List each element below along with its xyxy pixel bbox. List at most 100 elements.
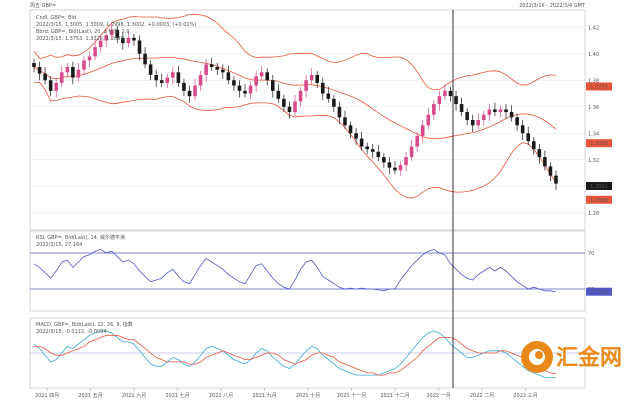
candle-body [448,90,453,97]
time-axis-label: 2021 十一月 [337,392,366,399]
price-tick-label: 1.28 [588,211,599,217]
rsi-last-label: 27.164 [590,290,608,296]
candle-body [348,125,353,134]
candle-body [370,149,375,152]
candle-body [198,74,203,86]
candle-body [71,67,75,78]
candle-body [304,80,308,91]
candle-body [243,90,247,94]
time-axis-label: 2021 四月 [35,393,59,399]
rsi-legend: RSI, GBP=, Bid(Last), 14, 威尔德平滑2022/3/15… [36,234,125,248]
price-tick-label: 1.42 [588,25,599,31]
candle-body [376,151,381,158]
candle-body [248,85,253,94]
candle-body [359,138,364,147]
candle-body [259,72,264,77]
candle-body [32,63,36,67]
time-axis-label: 2021 五月 [78,393,102,399]
macd-series-macd [33,330,557,379]
price-panel-frame [29,9,586,231]
time-axis-label: 2021 六月 [122,392,146,399]
candle-body [37,67,42,74]
candle-body [276,90,281,99]
candle-body [387,162,392,168]
rsi-level-label: 70 [588,251,594,257]
price-tick-label: 1.36 [588,105,599,111]
candle-body [487,109,492,115]
candle-body [132,37,136,41]
rsi-legend-line: RSI, GBP=, Bid(Last), 14, 威尔德平滑 [36,234,125,241]
window-date-range: 2022/3/16 - 2022/3/4 GMT [519,3,586,9]
candle-body [420,125,425,136]
candle-body [93,47,97,57]
rsi-panel: 7030 27.164 RSI, GBP=, Bid(Last), 14, 威尔… [29,230,612,312]
candle-body [137,40,142,54]
time-axis-label: 2022 二月 [470,393,494,399]
forex-chart: 周五 GBP= 2022/3/16 - 2022/3/4 GMT 1.42 1.4… [29,3,622,399]
price-tick-label: 1.34 [588,131,599,137]
candle-body [65,67,70,73]
rsi-panel-frame [29,230,586,312]
candle-body [59,72,64,83]
time-axis-label: 2021 七月 [165,392,189,399]
candle-body [309,74,314,81]
candle-body [393,167,397,171]
candle-body [337,106,342,118]
price-tick-label: 1.32 [588,158,599,164]
candle-body [520,125,525,134]
candle-body [154,74,158,81]
time-axis-label: 2021 八月 [209,393,233,399]
candle-body [404,157,408,166]
price-legend-line: 2022/3/15, 1.3005, 1.3009, 1.2998, 1.300… [36,22,196,28]
candle-body [426,114,431,126]
candle-body [493,109,497,113]
candle-body [148,64,153,75]
candle-body [326,93,331,99]
candle-body [298,90,303,102]
candle-body [443,90,447,97]
price-right-label: 1.3753 [590,84,608,90]
candle-body [548,166,553,176]
candle-body [526,133,531,142]
candle-body [221,69,225,73]
candle-body [48,80,53,91]
candle-body [320,82,325,94]
price-right-label: 1.3325 [590,141,608,147]
candle-body [143,53,147,65]
macd-legend-line: MACD, GBP=, Bid(Last), 12, 26, 9, 指数 [36,321,133,328]
candle-body [237,85,242,91]
candle-body [232,80,236,86]
candle-body [282,98,286,107]
price-legend-line: Bbrd, GBP=, Bid(Last), 20, 2 标准, 2.0 [36,28,130,35]
candle-body [432,104,436,115]
candle-body [126,37,131,44]
candle-body [437,96,442,105]
candle-body [504,109,508,113]
rsi-levels: 7030 [30,251,594,293]
candle-body [554,175,558,184]
candle-body [254,76,258,86]
candle-body [271,80,275,91]
logo-text: 汇金网 [556,345,622,371]
price-right-labels: 1.3753 1.3325 1.3002 1.2898 [586,82,612,204]
candle-body [332,98,336,107]
candle-body [509,112,514,118]
candle-body [193,85,197,97]
candle-body [226,72,231,81]
rsi-series-line [33,248,557,293]
time-axis-label: 2022 三月 [513,393,537,399]
candle-body [204,64,208,75]
candle-body [354,133,358,139]
candle-body [82,60,86,70]
window-title: 周五 GBP= [30,3,56,9]
macd-legend: MACD, GBP=, Bid(Last), 12, 26, 9, 指数2022… [36,321,133,335]
candle-body [498,109,503,113]
candle-body [287,106,292,113]
watermark-logo: 汇金网 [521,341,622,373]
candle-body [459,104,464,113]
time-axis: 2021 四月 2021 五月 2021 六月 2021 七月 2021 八月 2021 … [35,388,538,399]
candle-body [482,114,486,120]
candle-body [265,72,270,81]
macd-legend-line: 2022/3/15, -0.0112, -0.0094 [36,329,107,335]
candle-body [537,149,542,158]
